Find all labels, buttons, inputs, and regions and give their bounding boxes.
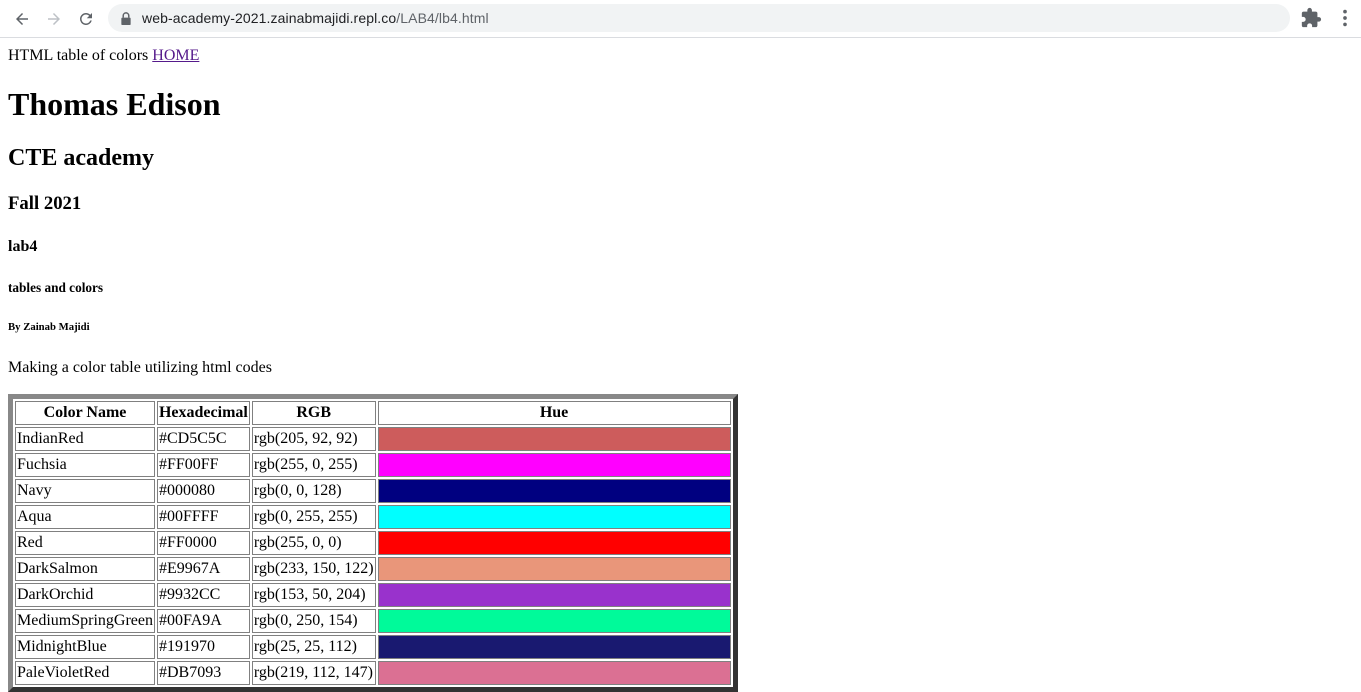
browser-menu-button[interactable] <box>1334 7 1356 29</box>
rgb-cell: rgb(219, 112, 147) <box>251 661 376 685</box>
hue-swatch <box>377 583 731 607</box>
kebab-menu-icon <box>1343 9 1347 27</box>
arrow-left-icon <box>16 13 28 25</box>
color-name-cell: Navy <box>15 479 155 503</box>
heading-h1: Thomas Edison <box>8 86 221 122</box>
table-row: MediumSpringGreen #00FA9A rgb(0, 250, 154) <box>15 609 731 633</box>
extensions-button[interactable] <box>1300 7 1322 29</box>
header-hue: Hue <box>377 401 731 425</box>
hex-cell: #00FA9A <box>156 609 250 633</box>
heading-h2: CTE academy <box>8 145 154 171</box>
address-bar[interactable]: web-academy-2021.zainabmajidi.repl.co/LA… <box>108 4 1290 32</box>
hue-swatch <box>377 479 731 503</box>
heading-h4: lab4 <box>8 238 38 255</box>
color-name-cell: MediumSpringGreen <box>15 609 155 633</box>
rgb-cell: rgb(25, 25, 112) <box>251 635 376 659</box>
rgb-cell: rgb(255, 0, 0) <box>251 531 376 555</box>
home-link[interactable]: HOME <box>152 47 199 64</box>
url-path: /LAB4/lb4.html <box>396 10 489 26</box>
description-paragraph: Making a color table utilizing html code… <box>8 359 272 376</box>
table-row: PaleVioletRed #DB7093 rgb(219, 112, 147) <box>15 661 731 685</box>
rgb-cell: rgb(205, 92, 92) <box>251 427 376 451</box>
color-name-cell: Red <box>15 531 155 555</box>
header-rgb: RGB <box>251 401 376 425</box>
hex-cell: #000080 <box>156 479 250 503</box>
color-table-frame: Color Name Hexadecimal RGB Hue IndianRed… <box>8 394 738 692</box>
rgb-cell: rgb(233, 150, 122) <box>251 557 376 581</box>
rgb-cell: rgb(255, 0, 255) <box>251 453 376 477</box>
heading-h6: By Zainab Majidi <box>8 321 90 333</box>
table-header-row: Color Name Hexadecimal RGB Hue <box>15 401 731 425</box>
browser-toolbar: web-academy-2021.zainabmajidi.repl.co/LA… <box>0 0 1361 38</box>
hue-swatch <box>377 505 731 529</box>
hex-cell: #DB7093 <box>156 661 250 685</box>
heading-h5: tables and colors <box>8 280 104 295</box>
table-row: Red #FF0000 rgb(255, 0, 0) <box>15 531 731 555</box>
hex-cell: #FF0000 <box>156 531 250 555</box>
table-body: IndianRed #CD5C5C rgb(205, 92, 92) Fuchsia #… <box>15 427 731 685</box>
table-row: IndianRed #CD5C5C rgb(205, 92, 92) <box>15 427 731 451</box>
hue-swatch <box>377 609 731 633</box>
rgb-cell: rgb(0, 0, 128) <box>251 479 376 503</box>
color-name-cell: PaleVioletRed <box>15 661 155 685</box>
puzzle-icon <box>1301 7 1322 28</box>
reload-icon <box>79 12 92 25</box>
table-row: MidnightBlue #191970 rgb(25, 25, 112) <box>15 635 731 659</box>
table-row: Fuchsia #FF00FF rgb(255, 0, 255) <box>15 453 731 477</box>
rgb-cell: rgb(0, 250, 154) <box>251 609 376 633</box>
hex-cell: #191970 <box>156 635 250 659</box>
hue-swatch <box>377 531 731 555</box>
hue-swatch <box>377 453 731 477</box>
color-name-cell: DarkOrchid <box>15 583 155 607</box>
reload-button[interactable] <box>72 5 100 33</box>
color-name-cell: MidnightBlue <box>15 635 155 659</box>
back-button[interactable] <box>8 5 36 33</box>
url-text: web-academy-2021.zainabmajidi.repl.co/LA… <box>142 10 489 26</box>
header-hexadecimal: Hexadecimal <box>156 401 250 425</box>
table-row: DarkSalmon #E9967A rgb(233, 150, 122) <box>15 557 731 581</box>
intro-line: HTML table of colors HOME <box>8 47 199 65</box>
color-name-cell: Fuchsia <box>15 453 155 477</box>
color-name-cell: Aqua <box>15 505 155 529</box>
hex-cell: #00FFFF <box>156 505 250 529</box>
lock-icon <box>121 12 131 25</box>
forward-button[interactable] <box>40 5 68 33</box>
table-row: Aqua #00FFFF rgb(0, 255, 255) <box>15 505 731 529</box>
header-color-name: Color Name <box>15 401 155 425</box>
arrow-right-icon <box>48 13 60 25</box>
hue-swatch <box>377 661 731 685</box>
hex-cell: #CD5C5C <box>156 427 250 451</box>
hue-swatch <box>377 635 731 659</box>
hex-cell: #9932CC <box>156 583 250 607</box>
url-host: web-academy-2021.zainabmajidi.repl.co <box>142 10 397 26</box>
hex-cell: #E9967A <box>156 557 250 581</box>
table-row: DarkOrchid #9932CC rgb(153, 50, 204) <box>15 583 731 607</box>
heading-h3: Fall 2021 <box>8 193 82 214</box>
color-name-cell: DarkSalmon <box>15 557 155 581</box>
hex-cell: #FF00FF <box>156 453 250 477</box>
rgb-cell: rgb(0, 255, 255) <box>251 505 376 529</box>
hue-swatch <box>377 557 731 581</box>
color-name-cell: IndianRed <box>15 427 155 451</box>
color-table: Color Name Hexadecimal RGB Hue IndianRed… <box>13 399 733 687</box>
table-row: Navy #000080 rgb(0, 0, 128) <box>15 479 731 503</box>
intro-text: HTML table of colors <box>8 47 153 64</box>
hue-swatch <box>377 427 731 451</box>
rgb-cell: rgb(153, 50, 204) <box>251 583 376 607</box>
